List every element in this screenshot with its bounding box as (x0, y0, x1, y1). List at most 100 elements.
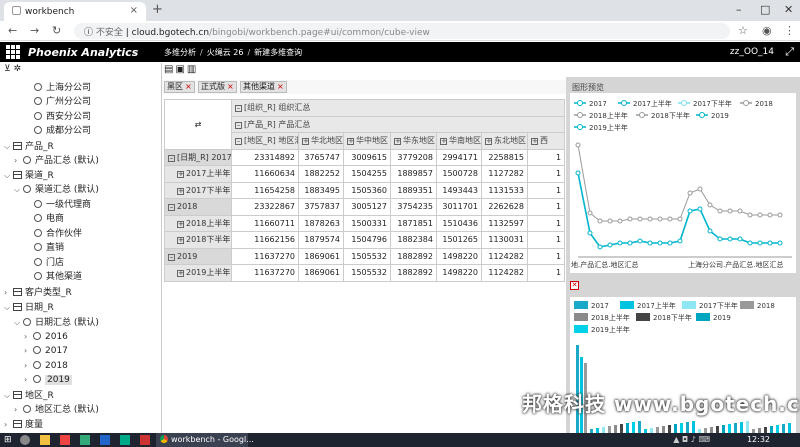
app-grid-icon[interactable] (6, 45, 20, 59)
close-chart-icon[interactable]: ✕ (570, 281, 579, 290)
minimize-icon[interactable]: – (736, 3, 742, 16)
table-cell[interactable]: 3005127 (343, 198, 391, 216)
tree-item[interactable]: 门店 (34, 256, 64, 270)
table-cell[interactable]: 23314892 (231, 148, 299, 166)
table-cell[interactable]: 1869061 (298, 247, 344, 265)
table-cell[interactable]: 1882892 (390, 247, 437, 265)
table-cell[interactable]: 3009615 (343, 148, 391, 166)
line-chart[interactable]: 2017 2017上半年 2017下半年 2018 2018上半年 2018下半年 2019… (570, 93, 796, 273)
taskbar-chrome-window[interactable]: workbench - Googl... (156, 433, 254, 447)
tree-item[interactable]: › 2016 (24, 330, 68, 344)
tree-item[interactable]: 合作伙伴 (34, 227, 82, 241)
row-header[interactable]: –2019 (164, 247, 232, 265)
col-dim-header[interactable]: – [产品_R] 产品汇总 (230, 115, 566, 133)
row-header[interactable]: +2018上半年 (164, 214, 232, 232)
table-cell[interactable]: 1493443 (436, 181, 482, 199)
folder-icon[interactable] (40, 435, 50, 445)
row-header[interactable]: +2018下半年 (164, 231, 232, 249)
tree-item[interactable]: 一级代理商 (34, 198, 91, 212)
tree-dimension[interactable]: › 度量 (4, 418, 43, 432)
table-cell[interactable]: 2258815 (481, 148, 528, 166)
app-icon[interactable] (100, 435, 110, 445)
table-cell[interactable]: 1883495 (298, 181, 344, 199)
table-cell[interactable]: 1 (526, 148, 566, 166)
table-cell[interactable]: 11660634 (231, 165, 299, 183)
row-header[interactable]: – [日期_R] 2017 (164, 148, 232, 166)
tree-item-selected[interactable]: › 2019 (24, 373, 72, 387)
collapse-all-icon[interactable]: ⊻ (4, 64, 11, 74)
column-header[interactable]: + 西 (526, 132, 566, 150)
profile-icon[interactable]: ◉ (762, 24, 772, 37)
app-icon[interactable] (120, 435, 130, 445)
column-header[interactable]: + 华北地区 (298, 132, 344, 150)
row-header[interactable]: +2019上半年 (164, 264, 232, 282)
system-tray[interactable]: ▲ ◘ ♪ ⌨ (673, 435, 710, 444)
table-cell[interactable]: 1124282 (481, 264, 528, 282)
tree-item[interactable]: 电商 (34, 212, 64, 226)
table-cell[interactable]: 1505532 (343, 264, 391, 282)
filter-chip[interactable]: 其他渠道 × (240, 81, 287, 93)
swap-axes-button[interactable]: ⇄ (164, 99, 232, 150)
back-icon[interactable]: ← (8, 24, 17, 37)
url-input[interactable]: ⓘ 不安全 | cloud.bgotech.cn/bingobi/workben… (74, 23, 730, 39)
tree-item[interactable]: › 2018 (24, 359, 68, 373)
table-cell[interactable]: 11660711 (231, 214, 299, 232)
reload-icon[interactable]: ↻ (52, 24, 61, 37)
table-cell[interactable]: 1 (526, 247, 566, 265)
table-cell[interactable]: 1504255 (343, 165, 391, 183)
table-cell[interactable]: 1882252 (298, 165, 344, 183)
tree-item[interactable]: ⌵ 日期汇总 (默认) (14, 316, 99, 330)
tree-dimension[interactable]: ⌵ 产品_R (4, 140, 54, 154)
fullscreen-icon[interactable]: ⤢ (785, 45, 794, 59)
table-cell[interactable]: 1505360 (343, 181, 391, 199)
column-header[interactable]: + 华南地区 (436, 132, 482, 150)
table-cell[interactable]: 1510436 (436, 214, 482, 232)
table-cell[interactable]: 1 (526, 198, 566, 216)
save-icon[interactable]: ▤ (164, 64, 175, 75)
table-cell[interactable]: 11662156 (231, 231, 299, 249)
table-cell[interactable]: 1 (526, 165, 566, 183)
table-cell[interactable]: 1878263 (298, 214, 344, 232)
tree-dimension[interactable]: ⌵ 渠道_R (4, 169, 54, 183)
new-tab-button[interactable]: + (152, 2, 163, 17)
settings-icon[interactable]: ✲ (13, 64, 21, 74)
app-icon[interactable] (80, 435, 90, 445)
tree-dimension[interactable]: › 客户类型_R (4, 286, 72, 300)
tree-item[interactable]: 上海分公司 (34, 81, 91, 95)
breadcrumb-item[interactable]: 火绳云 26 (207, 48, 244, 57)
export-icon[interactable]: ▣ (175, 64, 186, 75)
maximize-icon[interactable]: □ (760, 3, 770, 16)
forward-icon[interactable]: → (30, 24, 39, 37)
app-icon[interactable] (60, 435, 70, 445)
table-cell[interactable]: 1500331 (343, 214, 391, 232)
app-icon[interactable] (140, 435, 150, 445)
browser-tab[interactable]: workbench × (4, 2, 146, 21)
table-cell[interactable]: 1 (526, 214, 566, 232)
table-cell[interactable]: 1498220 (436, 264, 482, 282)
table-cell[interactable]: 1505532 (343, 247, 391, 265)
table-cell[interactable]: 11637270 (231, 247, 299, 265)
table-cell[interactable]: 1 (526, 231, 566, 249)
tree-dimension[interactable]: ⌵ 日期_R (4, 301, 54, 315)
row-header[interactable]: –2018 (164, 198, 232, 216)
tree-item[interactable]: 广州分公司 (34, 95, 91, 109)
tree-item[interactable]: 其他渠道 (34, 270, 82, 284)
table-cell[interactable]: 1124282 (481, 247, 528, 265)
table-cell[interactable]: 1879574 (298, 231, 344, 249)
table-cell[interactable]: 1889857 (390, 165, 437, 183)
table-cell[interactable]: 1127282 (481, 165, 528, 183)
table-cell[interactable]: 1889351 (390, 181, 437, 199)
row-dim-header[interactable]: –[地区_R] 地区汇总 (231, 132, 299, 150)
user-name[interactable]: zz_OO_14 (730, 47, 774, 57)
table-cell[interactable]: 1 (526, 264, 566, 282)
table-cell[interactable]: 1882892 (390, 264, 437, 282)
tree-item[interactable]: ⌵ 渠道汇总 (默认) (14, 183, 99, 197)
table-cell[interactable]: 1501265 (436, 231, 482, 249)
tree-item[interactable]: 成都分公司 (34, 124, 91, 138)
tree-item[interactable]: 直销 (34, 241, 64, 255)
filter-chip[interactable]: 黑区 × (164, 81, 195, 93)
table-cell[interactable]: 2994171 (436, 148, 482, 166)
chart-icon[interactable]: ▥ (187, 64, 198, 75)
table-cell[interactable]: 1882384 (390, 231, 437, 249)
column-header[interactable]: + 华中地区 (343, 132, 391, 150)
